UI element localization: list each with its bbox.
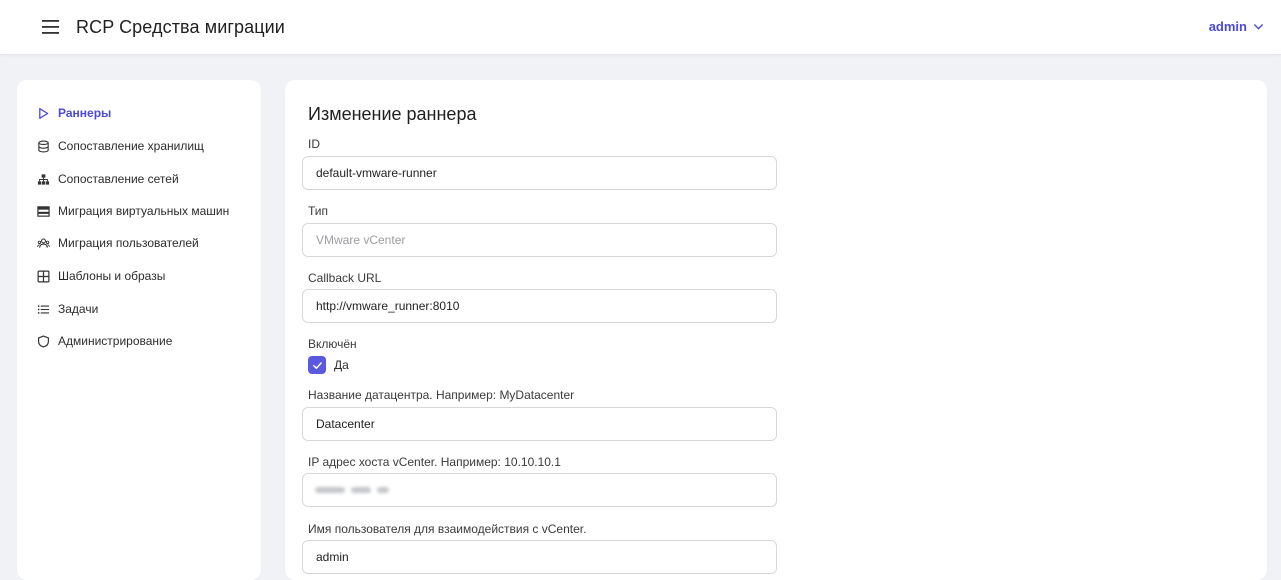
sidebar-item-storage-mapping[interactable]: Сопоставление хранилищ [37,136,204,156]
sidebar-item-runners[interactable]: Раннеры [37,103,111,123]
sidebar-item-label: Сопоставление сетей [58,172,179,186]
enabled-label: Включён [308,337,357,351]
sidebar-item-label: Миграция виртуальных машин [58,204,230,218]
grid-squares-icon [37,270,50,283]
sidebar-item-tasks[interactable]: Задачи [37,299,98,319]
enabled-checkbox-row[interactable]: Да [308,356,349,374]
sidebar-item-label: Шаблоны и образы [58,269,166,283]
hamburger-menu-icon[interactable] [42,19,59,35]
sidebar-item-network-mapping[interactable]: Сопоставление сетей [37,169,179,189]
callback-url-label: Callback URL [308,271,382,285]
vcenter-ip-redacted [315,473,389,507]
chevron-down-icon [1253,23,1264,30]
sidebar-item-templates-images[interactable]: Шаблоны и образы [37,266,165,286]
id-label: ID [308,137,320,151]
app-title: RCP Средства миграции [76,17,285,37]
edit-runner-panel: Изменение раннера ID Тип Callback URL Вк… [285,80,1267,580]
callback-url-input[interactable] [302,289,777,323]
type-input[interactable] [302,223,777,257]
top-header: RCP Средства миграции admin [0,0,1281,55]
sidebar-item-label: Задачи [58,302,99,316]
enabled-checkbox[interactable] [308,356,326,374]
enabled-option-label: Да [334,358,349,372]
datacenter-input[interactable] [302,407,777,441]
user-name: admin [1208,19,1247,34]
sidebar-item-label: Сопоставление хранилищ [58,139,204,153]
sidebar-item-label: Раннеры [58,106,112,120]
play-outline-icon [37,107,50,120]
sidebar-item-label: Администрирование [58,334,173,348]
database-icon [37,140,50,153]
vcenter-user-input[interactable] [302,540,777,574]
sidebar-item-administration[interactable]: Администрирование [37,331,172,351]
sidebar-item-vm-migration[interactable]: Миграция виртуальных машин [37,201,229,221]
users-group-icon [37,237,50,250]
checkmark-icon [312,361,322,369]
sidebar: Раннеры Сопоставление хранилищ Сопоставл… [17,80,261,580]
shield-icon [37,335,50,348]
vcenter-user-label: Имя пользователя для взаимодействия с vC… [308,522,587,536]
sidebar-item-label: Миграция пользователей [58,236,199,250]
user-menu[interactable]: admin [1209,19,1264,34]
sidebar-item-user-migration[interactable]: Миграция пользователей [37,233,199,253]
type-label: Тип [308,204,329,218]
network-nodes-icon [37,173,50,186]
page-title: Изменение раннера [308,104,477,124]
datacenter-label: Название датацентра. Например: MyDatacen… [308,388,575,402]
server-rack-icon [37,205,50,218]
vcenter-ip-label: IP адрес хоста vCenter. Например: 10.10.… [308,455,561,469]
list-icon [37,303,50,316]
id-input[interactable] [302,156,777,190]
